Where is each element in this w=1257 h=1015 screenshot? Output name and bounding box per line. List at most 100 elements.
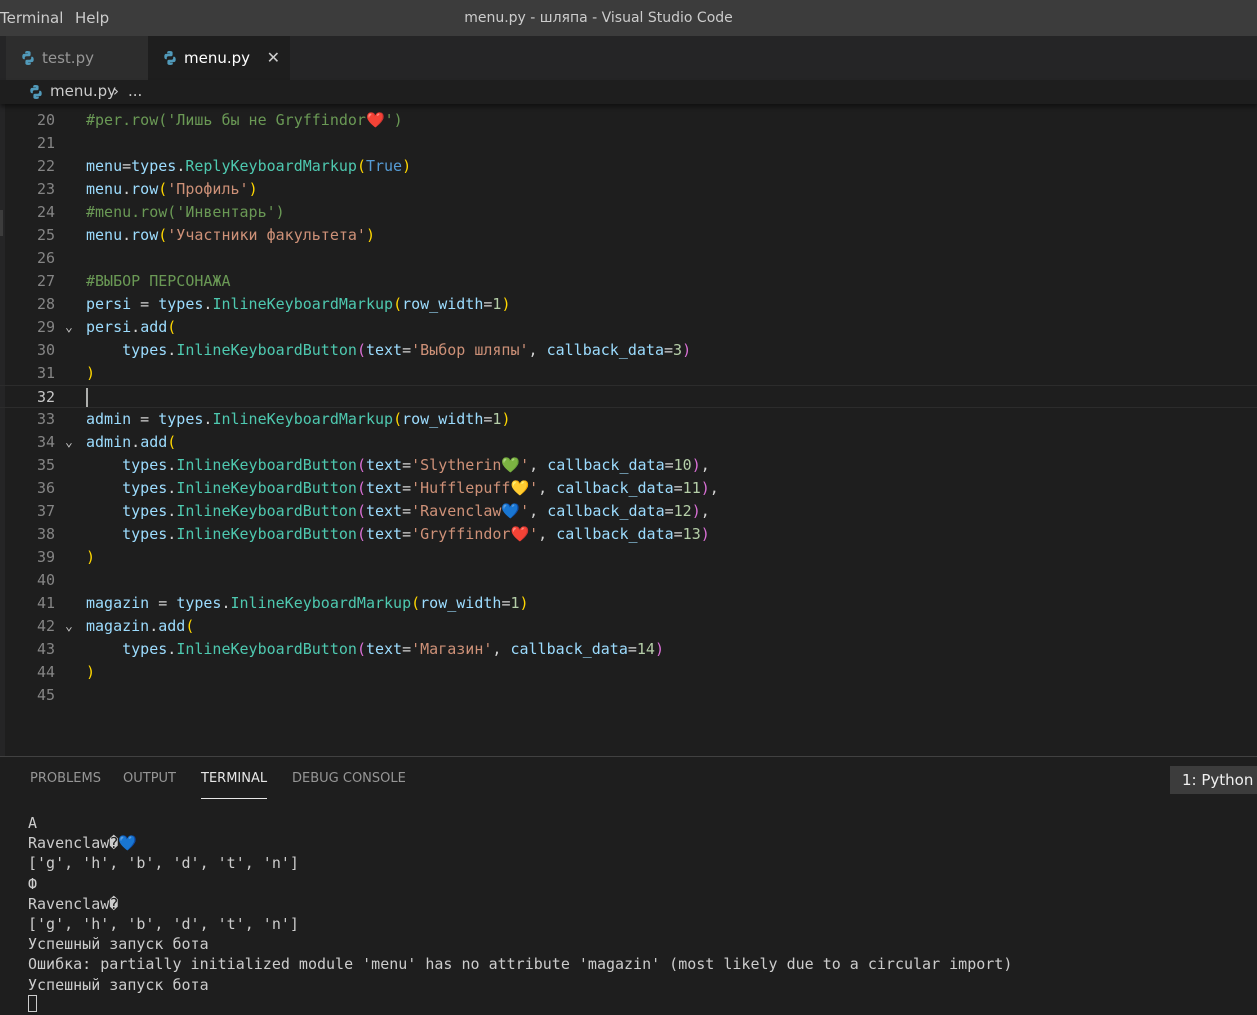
tab-problems[interactable]: PROBLEMS xyxy=(30,757,101,799)
line-number: 37 xyxy=(36,502,55,520)
tab-test-py[interactable]: test.py xyxy=(6,36,148,80)
breadcrumb: menu.py › ... xyxy=(0,80,1257,104)
code-text: ) xyxy=(86,548,96,566)
tab-label: menu.py xyxy=(184,49,251,67)
code-line[interactable]: 25 menu.row('Участники факультета') xyxy=(0,224,1257,247)
line-number: 32 xyxy=(36,388,55,406)
line-number: 34 xyxy=(36,433,55,451)
code-editor[interactable]: 20 #per.row('Лишь бы не Gryffindor❤️') 21 2… xyxy=(0,104,1257,756)
line-number: 38 xyxy=(36,525,55,543)
bottom-panel: PROBLEMS OUTPUT TERMINAL DEBUG CONSOLE 1… xyxy=(0,756,1257,1012)
code-line[interactable]: 37 types.InlineKeyboardButton(text='Rave… xyxy=(0,500,1257,523)
line-number: 40 xyxy=(36,571,55,589)
terminal-line: Ошибка: partially initialized module 'me… xyxy=(28,955,1013,974)
terminal-line: Ravenclaw� xyxy=(28,894,119,913)
code-text: types.InlineKeyboardButton(text='Магазин… xyxy=(122,640,664,658)
terminal-line: ['g', 'h', 'b', 'd', 't', 'n'] xyxy=(28,914,299,933)
code-line[interactable]: 42 ⌄ magazin.add( xyxy=(0,615,1257,638)
line-number: 22 xyxy=(36,157,55,175)
line-number: 43 xyxy=(36,640,55,658)
fold-chevron-icon[interactable]: ⌄ xyxy=(65,316,73,339)
close-icon[interactable]: ✕ xyxy=(267,36,280,80)
code-line[interactable]: 26 xyxy=(0,247,1257,270)
tab-menu-py[interactable]: menu.py ✕ xyxy=(148,36,290,80)
code-text: persi.add( xyxy=(86,318,177,336)
code-line[interactable]: 22 menu=types.ReplyKeyboardMarkup(True) xyxy=(0,155,1257,178)
terminal-selector[interactable]: 1: Python xyxy=(1170,766,1257,794)
code-line[interactable]: 45 xyxy=(0,684,1257,707)
breadcrumb-file[interactable]: menu.py xyxy=(50,82,116,100)
line-number: 24 xyxy=(36,203,55,221)
line-number: 25 xyxy=(36,226,55,244)
code-text: magazin.add( xyxy=(86,617,195,635)
code-text: types.InlineKeyboardButton(text='Hufflep… xyxy=(122,479,719,497)
code-text: admin = types.InlineKeyboardMarkup(row_w… xyxy=(86,410,511,428)
window-title: menu.py - шляпа - Visual Studio Code xyxy=(464,10,733,26)
code-line[interactable]: 41 magazin = types.InlineKeyboardMarkup(r… xyxy=(0,592,1257,615)
code-text: #per.row('Лишь бы не Gryffindor❤️') xyxy=(86,111,403,129)
tab-debug-console[interactable]: DEBUG CONSOLE xyxy=(292,757,406,799)
code-text: ) xyxy=(86,364,96,382)
code-line[interactable]: 28 persi = types.InlineKeyboardMarkup(row… xyxy=(0,293,1257,316)
line-number: 45 xyxy=(36,686,55,704)
code-text: #menu.row('Инвентарь') xyxy=(86,203,285,221)
code-line[interactable]: 24 #menu.row('Инвентарь') xyxy=(0,201,1257,224)
code-line[interactable]: 32 xyxy=(0,385,1257,408)
line-number: 44 xyxy=(36,663,55,681)
code-text: menu.row('Участники факультета') xyxy=(86,226,375,244)
code-line[interactable]: 33 admin = types.InlineKeyboardMarkup(row… xyxy=(0,408,1257,431)
python-file-icon xyxy=(30,85,42,99)
code-text: types.InlineKeyboardButton(text='Slyther… xyxy=(122,456,710,474)
chevron-right-icon: › xyxy=(113,82,119,100)
terminal-output[interactable]: A Ravenclaw�💙 ['g', 'h', 'b', 'd', 't', 'n… xyxy=(28,813,1248,1015)
editor-tab-bar: test.py menu.py ✕ xyxy=(0,36,1257,80)
terminal-line: Успешный запуск бота xyxy=(28,935,209,954)
code-line[interactable]: 36 types.InlineKeyboardButton(text='Huff… xyxy=(0,477,1257,500)
fold-chevron-icon[interactable]: ⌄ xyxy=(65,431,73,454)
code-text: menu.row('Профиль') xyxy=(86,180,258,198)
code-text: types.InlineKeyboardButton(text='Gryffin… xyxy=(122,525,710,543)
code-line[interactable]: 40 xyxy=(0,569,1257,592)
line-number: 21 xyxy=(36,134,55,152)
python-file-icon xyxy=(164,51,176,65)
line-number: 31 xyxy=(36,364,55,382)
code-text: persi = types.InlineKeyboardMarkup(row_w… xyxy=(86,295,511,313)
code-line[interactable]: 39) xyxy=(0,546,1257,569)
tab-terminal[interactable]: TERMINAL xyxy=(201,757,268,799)
line-number: 41 xyxy=(36,594,55,612)
code-text: types.InlineKeyboardButton(text='Ravencl… xyxy=(122,502,710,520)
code-line[interactable]: 38 types.InlineKeyboardButton(text='Gryf… xyxy=(0,523,1257,546)
code-line[interactable]: 35 types.InlineKeyboardButton(text='Slyt… xyxy=(0,454,1257,477)
code-line[interactable]: 34 ⌄ admin.add( xyxy=(0,431,1257,454)
tab-output[interactable]: OUTPUT xyxy=(123,757,176,799)
terminal-line: ['g', 'h', 'b', 'd', 't', 'n'] xyxy=(28,854,299,873)
line-number: 26 xyxy=(36,249,55,267)
code-line[interactable]: 29 ⌄ persi.add( xyxy=(0,316,1257,339)
terminal-line: Ravenclaw�💙 xyxy=(28,834,137,853)
terminal-line: Ф xyxy=(28,874,38,893)
text-cursor xyxy=(86,388,88,407)
line-number: 30 xyxy=(36,341,55,359)
breadcrumb-symbols[interactable]: ... xyxy=(128,82,142,100)
terminal-prompt[interactable] xyxy=(28,994,1248,1015)
fold-chevron-icon[interactable]: ⌄ xyxy=(65,615,73,638)
code-line[interactable]: 30 types.InlineKeyboardButton(text='Выбо… xyxy=(0,339,1257,362)
code-line[interactable]: 27 #ВЫБОР ПЕРСОНАЖА xyxy=(0,270,1257,293)
line-number: 28 xyxy=(36,295,55,313)
python-file-icon xyxy=(22,51,34,65)
line-number: 33 xyxy=(36,410,55,428)
code-line[interactable]: 43 types.InlineKeyboardButton(text='Мага… xyxy=(0,638,1257,661)
line-number: 39 xyxy=(36,548,55,566)
code-line[interactable]: 23 menu.row('Профиль') xyxy=(0,178,1257,201)
line-number: 20 xyxy=(36,111,55,129)
line-number: 36 xyxy=(36,479,55,497)
code-text: magazin = types.InlineKeyboardMarkup(row… xyxy=(86,594,529,612)
code-line[interactable]: 44) xyxy=(0,661,1257,684)
code-text: types.InlineKeyboardButton(text='Выбор ш… xyxy=(122,341,692,359)
code-text: admin.add( xyxy=(86,433,177,451)
code-line[interactable]: 21 xyxy=(0,132,1257,155)
terminal-line: A xyxy=(28,814,38,832)
code-line[interactable]: 31) xyxy=(0,362,1257,385)
code-line[interactable]: 20 #per.row('Лишь бы не Gryffindor❤️') xyxy=(0,109,1257,132)
line-number: 27 xyxy=(36,272,55,290)
